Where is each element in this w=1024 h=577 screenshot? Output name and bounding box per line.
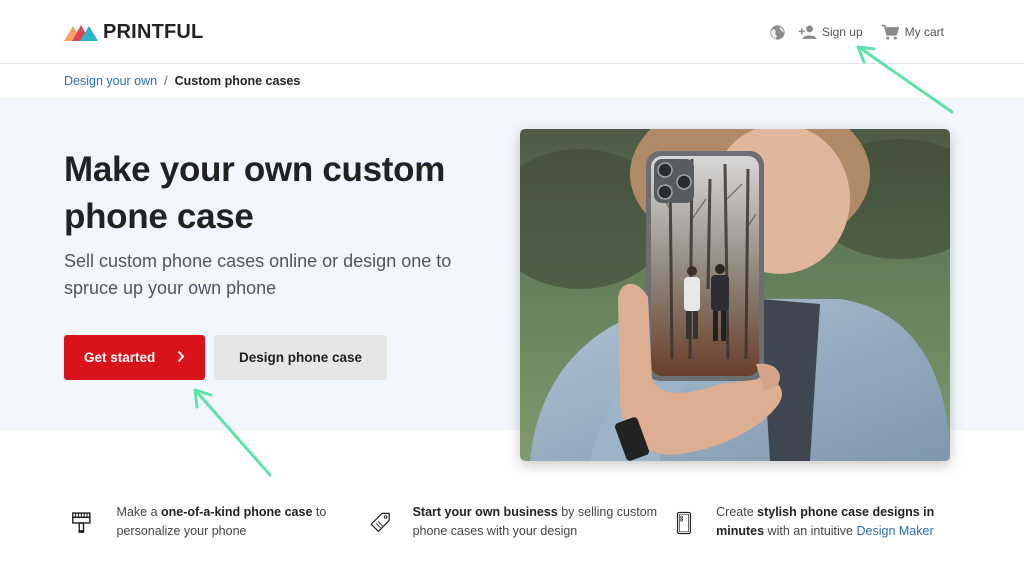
cart-label: My cart xyxy=(904,25,944,39)
get-started-button[interactable]: Get started xyxy=(64,335,205,380)
signup-label: Sign up xyxy=(821,25,863,39)
page: PRINTFUL Sign up My cart Design your own… xyxy=(0,0,1024,577)
globe-icon xyxy=(770,24,785,40)
logo-mark-icon xyxy=(64,25,98,41)
chevron-right-icon xyxy=(177,350,185,363)
printful-logo[interactable]: PRINTFUL xyxy=(64,20,203,44)
feature-three-text: Create stylish phone case designs in min… xyxy=(716,505,935,538)
language-button[interactable] xyxy=(769,24,786,41)
cart-link[interactable]: My cart xyxy=(881,24,944,41)
breadcrumb-current: Custom phone cases xyxy=(174,74,301,88)
person-holding-phone-case-image xyxy=(520,129,950,461)
feature-one-text: Make a one-of-a-kind phone case to perso… xyxy=(116,505,327,538)
signup-link[interactable]: Sign up xyxy=(798,24,863,40)
feature-two-text: Start your own business by selling custo… xyxy=(412,505,658,538)
feature-one-of-a-kind: Make a one-of-a-kind phone case to perso… xyxy=(70,503,360,543)
page-title: Make your own custom phone case xyxy=(64,150,446,236)
hero-photo xyxy=(520,129,950,461)
design-phone-case-button[interactable]: Design phone case xyxy=(214,335,387,380)
design-maker-link[interactable]: Design Maker xyxy=(857,524,934,538)
site-header: PRINTFUL Sign up My cart xyxy=(0,0,1024,64)
hero-subtitle: Sell custom phone cases online or design… xyxy=(64,251,452,298)
add-user-icon xyxy=(798,25,817,39)
logo-text: PRINTFUL xyxy=(103,20,204,43)
breadcrumb: Design your own / Custom phone cases xyxy=(64,74,300,88)
phone-case-icon xyxy=(676,511,692,535)
design-phone-case-label: Design phone case xyxy=(238,350,363,365)
header-actions: Sign up My cart xyxy=(769,20,944,44)
feature-start-business: Start your own business by selling custo… xyxy=(370,503,660,543)
breadcrumb-separator: / xyxy=(164,74,168,88)
feature-design-maker: Create stylish phone case designs in min… xyxy=(674,503,974,543)
price-tag-icon xyxy=(370,512,390,532)
get-started-label: Get started xyxy=(84,350,156,365)
brush-icon xyxy=(72,512,91,533)
cart-icon xyxy=(881,24,899,40)
breadcrumb-design-your-own[interactable]: Design your own xyxy=(64,74,157,88)
